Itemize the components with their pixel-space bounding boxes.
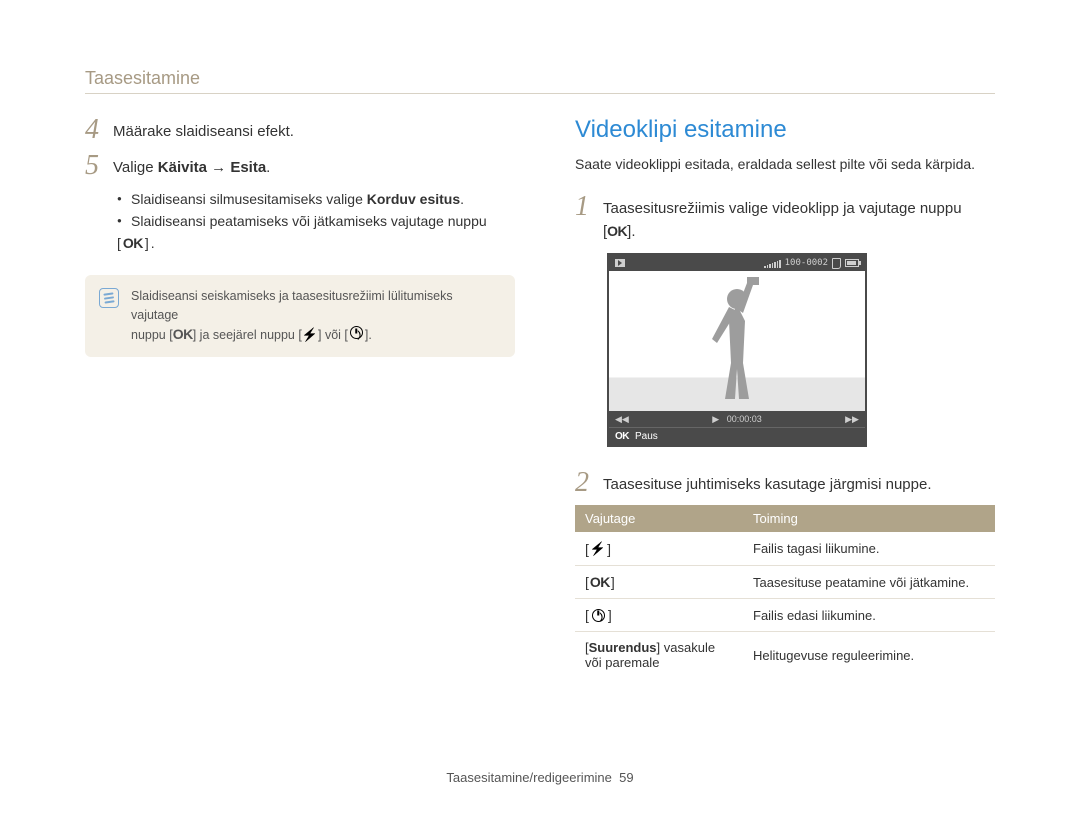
table-row: [] Failis edasi liikumine. [575, 599, 995, 632]
ok-icon: OK [173, 326, 193, 342]
note-text: Slaidiseansi seiskamiseks ja taasesitusr… [131, 287, 501, 346]
content-columns: 4 Määrake slaidiseansi efekt. 5 Valige K… [85, 116, 995, 678]
col-header-action: Toiming [743, 505, 995, 532]
step-number: 4 [85, 116, 113, 144]
silhouette-figure [667, 271, 807, 411]
time-display: 00:00:03 [727, 414, 762, 424]
section-title: Videoklipi esitamine [575, 116, 995, 144]
rewind-icon: ◀◀ [615, 414, 629, 425]
file-counter: 100-0002 [785, 258, 828, 268]
zoom-cell: [Suurendus] vasakule või paremale [575, 632, 743, 679]
step-5: 5 Valige Käivita → Esita. [85, 152, 515, 180]
step-2: 2 Taasesituse juhtimiseks kasutage järgm… [575, 469, 995, 497]
controls-table: Vajutage Toiming [] Failis tagasi liikum… [575, 505, 995, 678]
note-box: Slaidiseansi seiskamiseks ja taasesitusr… [85, 275, 515, 358]
step-number: 2 [575, 469, 603, 497]
step-text: Valige Käivita → Esita. [113, 152, 270, 180]
note-icon [99, 288, 119, 308]
step-text: Taasesitusrežiimis valige videoklipp ja … [603, 193, 962, 243]
preview-top-bar: 100-0002 [609, 255, 865, 271]
ok-icon: OK [590, 574, 610, 590]
table-row: [OK] Taasesituse peatamine või jätkamine… [575, 566, 995, 599]
bullet-list: Slaidiseansi silmusesitamiseks valige Ko… [117, 188, 515, 233]
play-icon: ▶ [712, 414, 719, 424]
page: Taasesitamine 4 Määrake slaidiseansi efe… [0, 0, 1080, 815]
preview-controls: ◀◀ ▶ 00:00:03 ▶▶ [609, 411, 865, 427]
video-preview: 100-0002 [607, 253, 867, 447]
intro-text: Saate videoklippi esitada, eraldada sell… [575, 154, 995, 175]
battery-icon [845, 259, 859, 267]
bullet-item: Slaidiseansi peatamiseks või jätkamiseks… [117, 210, 515, 232]
table-row: [Suurendus] vasakule või paremale Helitu… [575, 632, 995, 679]
col-header-press: Vajutage [575, 505, 743, 532]
step-1: 1 Taasesitusrežiimis valige videoklipp j… [575, 193, 995, 243]
signal-icon [764, 259, 781, 268]
left-column: 4 Määrake slaidiseansi efekt. 5 Valige K… [85, 116, 515, 678]
ok-icon: OK [607, 223, 627, 239]
bullet-item: Slaidiseansi silmusesitamiseks valige Ko… [117, 188, 515, 210]
step-text: Taasesituse juhtimiseks kasutage järgmis… [603, 469, 932, 497]
step-text: Määrake slaidiseansi efekt. [113, 116, 294, 144]
flash-icon [302, 328, 318, 342]
flash-icon [590, 540, 606, 557]
ok-icon: OK [123, 235, 143, 251]
right-column: Videoklipi esitamine Saate videoklippi e… [575, 116, 995, 678]
paus-label: Paus [635, 431, 658, 442]
timer-icon [592, 609, 605, 622]
forward-icon: ▶▶ [845, 414, 859, 425]
step-number: 1 [575, 193, 603, 221]
preview-body [609, 271, 865, 411]
page-footer: Taasesitamine/redigeerimine 59 [0, 770, 1080, 785]
step-4: 4 Määrake slaidiseansi efekt. [85, 116, 515, 144]
play-mode-icon [615, 259, 625, 267]
preview-footer: OK Paus [609, 427, 865, 445]
step-number: 5 [85, 152, 113, 180]
table-row: [] Failis tagasi liikumine. [575, 532, 995, 566]
card-icon [832, 258, 841, 269]
ok-line: [OK]. [117, 235, 515, 251]
ok-icon: OK [615, 431, 629, 442]
timer-icon [350, 326, 363, 339]
page-title: Taasesitamine [85, 68, 995, 94]
